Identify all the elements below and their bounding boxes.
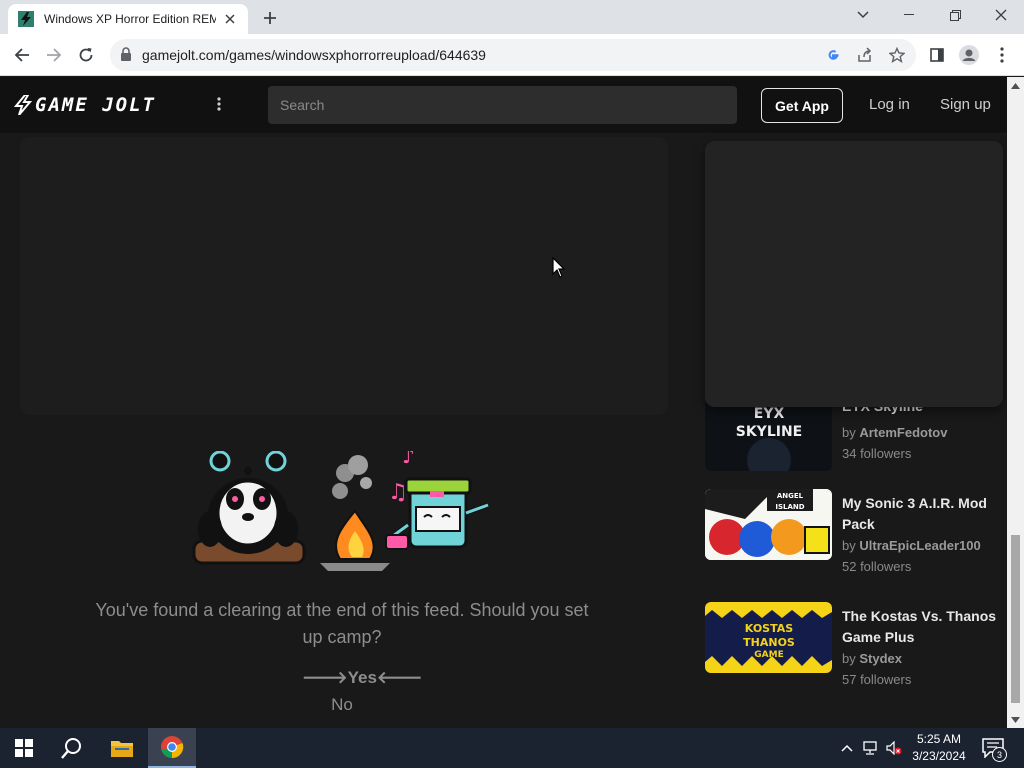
new-tab-button[interactable] (258, 6, 282, 30)
game-thumbnail[interactable]: ANGEL ISLAND (705, 489, 832, 560)
game-followers: 57 followers (842, 672, 912, 687)
google-icon[interactable] (823, 45, 843, 65)
windows-taskbar: 5:25 AM 3/23/2024 3 (0, 728, 1024, 768)
main-content: ♪ ♫ You've found a clearing at the end o… (0, 133, 1007, 728)
chevron-up-icon[interactable] (839, 740, 855, 756)
close-window-button[interactable] (978, 0, 1024, 30)
share-icon[interactable] (855, 45, 875, 65)
gamejolt-favicon-icon (18, 11, 34, 27)
file-explorer-button[interactable] (98, 728, 146, 768)
more-options-icon[interactable] (212, 93, 226, 115)
side-panel-icon[interactable] (923, 41, 951, 69)
page-scrollbar[interactable] (1007, 77, 1024, 728)
windows-logo-icon (15, 739, 33, 757)
forward-button[interactable] (40, 41, 68, 69)
by-prefix: by (842, 538, 856, 553)
game-thumbnail[interactable]: EYX SKYLINE (705, 400, 832, 471)
svg-text:EYX: EYX (754, 406, 785, 422)
game-title[interactable]: My Sonic 3 A.I.R. Mod Pack (842, 493, 1002, 535)
notification-count-badge: 3 (992, 747, 1007, 762)
folder-icon (111, 741, 133, 757)
logo-text: GAME JOLT (35, 94, 156, 116)
game-author[interactable]: Stydex (859, 651, 902, 666)
url-text: gamejolt.com/games/windowsxphorrorreuplo… (142, 47, 486, 63)
site-search-input[interactable] (268, 86, 737, 124)
game-author-line: by Stydex (842, 651, 902, 666)
svg-text:THANOS: THANOS (743, 636, 795, 649)
game-thumbnail[interactable]: KOSTAS THANOS GAME (705, 602, 832, 673)
svg-text:GAME: GAME (754, 650, 783, 660)
no-camp-button[interactable]: No (302, 695, 382, 715)
by-prefix: by (842, 651, 856, 666)
scroll-down-icon[interactable] (1011, 715, 1020, 724)
profile-avatar-icon[interactable] (955, 41, 983, 69)
minimize-button[interactable] (886, 0, 932, 30)
gamejolt-logo[interactable]: GAME JOLT (14, 94, 156, 116)
login-link[interactable]: Log in (869, 96, 910, 113)
svg-text:KOSTAS: KOSTAS (745, 622, 793, 635)
ad-placeholder-sidebar (705, 141, 1003, 407)
reload-button[interactable] (72, 41, 100, 69)
chrome-taskbar-button[interactable] (148, 728, 196, 768)
browser-tab[interactable]: Windows XP Horror Edition REMAKE (8, 4, 248, 34)
chrome-icon (161, 736, 184, 759)
game-author[interactable]: UltraEpicLeader100 (859, 538, 980, 553)
campfire-illustration: ♪ ♫ (192, 451, 489, 571)
start-button[interactable] (0, 728, 48, 768)
restore-button[interactable] (932, 0, 978, 30)
arrow-left-icon: 🡐 (376, 668, 423, 687)
game-card[interactable]: KOSTAS THANOS GAME The Kostas Vs. Thanos… (705, 602, 1005, 687)
browser-menu-icon[interactable] (988, 41, 1016, 69)
network-icon[interactable] (862, 740, 878, 756)
volume-muted-icon[interactable] (886, 740, 902, 756)
svg-text:SKYLINE: SKYLINE (736, 424, 802, 440)
tab-search-icon[interactable] (840, 0, 886, 30)
browser-toolbar: gamejolt.com/games/windowsxphorrorreuplo… (0, 34, 1024, 76)
signup-link[interactable]: Sign up (940, 96, 991, 113)
search-button[interactable] (48, 728, 96, 768)
svg-text:ANGEL: ANGEL (777, 492, 804, 500)
tab-title: Windows XP Horror Edition REMAKE (44, 12, 216, 26)
clock-time: 5:25 AM (916, 732, 962, 746)
site-header: GAME JOLT Get App Log in Sign up (0, 77, 1007, 133)
back-button[interactable] (8, 41, 36, 69)
tab-close-icon[interactable] (222, 11, 238, 27)
lightning-bolt-icon (14, 95, 32, 115)
arrow-right-icon: 🡒 (302, 668, 348, 687)
game-followers: 52 followers (842, 559, 912, 574)
game-author-line: by UltraEpicLeader100 (842, 538, 981, 553)
game-followers: 34 followers (842, 446, 912, 461)
ad-placeholder-main (20, 137, 668, 415)
yes-camp-button[interactable]: 🡒Yes🡐 (302, 668, 423, 688)
scroll-up-icon[interactable] (1011, 81, 1020, 90)
get-app-button[interactable]: Get App (761, 88, 843, 123)
mouse-cursor-icon (552, 257, 566, 278)
bookmark-star-icon[interactable] (887, 45, 907, 65)
system-clock[interactable]: 5:25 AM 3/23/2024 (904, 731, 974, 765)
game-author-line: by ArtemFedotov (842, 425, 947, 440)
scrollbar-thumb[interactable] (1011, 535, 1020, 703)
game-title[interactable]: The Kostas Vs. Thanos Game Plus (842, 606, 1002, 648)
game-card[interactable]: ANGEL ISLAND My Sonic 3 A.I.R. Mod Pack … (705, 489, 1005, 574)
by-prefix: by (842, 425, 856, 440)
clock-date: 3/23/2024 (912, 749, 966, 763)
address-bar[interactable]: gamejolt.com/games/windowsxphorrorreuplo… (110, 39, 916, 71)
svg-text:♪: ♪ (402, 451, 415, 468)
search-icon (61, 738, 81, 759)
lock-icon (121, 47, 131, 61)
game-card[interactable]: EYX SKYLINE EYX Skyline by ArtemFedotov … (705, 398, 1005, 480)
browser-tabstrip: Windows XP Horror Edition REMAKE (0, 0, 1024, 34)
yes-label: Yes (347, 668, 377, 687)
feed-end-message: You've found a clearing at the end of th… (95, 600, 589, 647)
game-author[interactable]: ArtemFedotov (859, 425, 947, 440)
svg-text:ISLAND: ISLAND (775, 503, 804, 511)
